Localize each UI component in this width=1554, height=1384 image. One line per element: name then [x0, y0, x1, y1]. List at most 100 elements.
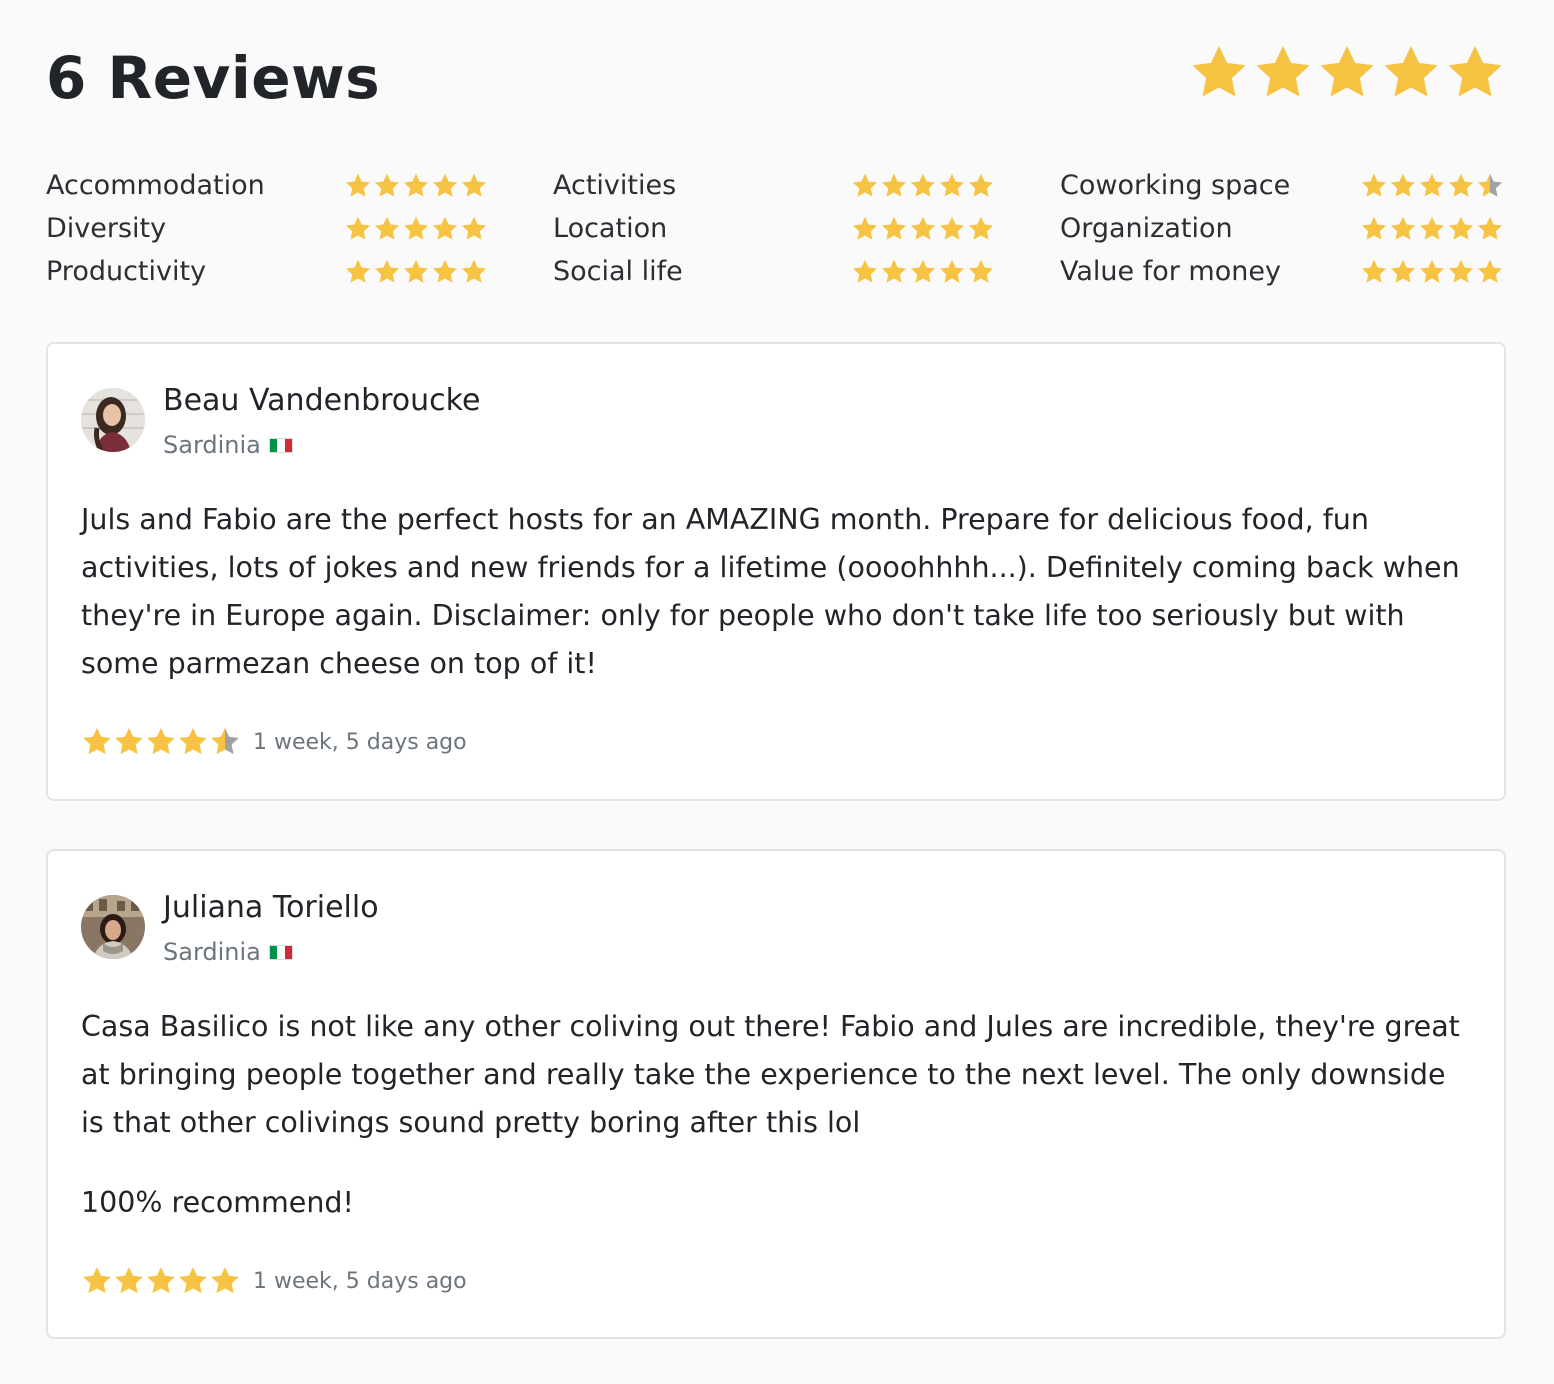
- reviews-header: 6 Reviews: [46, 40, 1506, 120]
- star-filled-icon: [1380, 42, 1442, 104]
- category-ratings: Accommodation Diversity Productivity Act…: [46, 164, 1506, 293]
- star-filled-icon: [909, 172, 937, 200]
- review-date: 1 week, 5 days ago: [253, 729, 467, 755]
- category-row: Activities: [553, 164, 997, 207]
- category-row: Productivity: [46, 250, 490, 293]
- category-rating-stars: [344, 172, 488, 200]
- location-text: Sardinia: [163, 431, 261, 459]
- star-filled-icon: [113, 1265, 145, 1297]
- star-filled-icon: [145, 726, 177, 758]
- star-half-icon: [1476, 172, 1504, 200]
- star-filled-icon: [851, 258, 879, 286]
- star-filled-icon: [145, 1265, 177, 1297]
- star-filled-icon: [1389, 258, 1417, 286]
- star-filled-icon: [402, 215, 430, 243]
- category-rating-stars: [344, 258, 488, 286]
- page-title: 6 Reviews: [46, 44, 381, 112]
- category-rating-stars: [851, 172, 995, 200]
- star-filled-icon: [967, 258, 995, 286]
- star-filled-icon: [177, 726, 209, 758]
- category-label: Location: [553, 213, 668, 244]
- review-footer: 1 week, 5 days ago: [81, 1265, 467, 1297]
- category-rating-stars: [1360, 215, 1504, 243]
- star-filled-icon: [909, 215, 937, 243]
- star-filled-icon: [344, 215, 372, 243]
- star-filled-icon: [81, 726, 113, 758]
- star-filled-icon: [880, 172, 908, 200]
- review-rating-stars: [81, 1265, 241, 1297]
- star-filled-icon: [880, 215, 908, 243]
- category-row: Social life: [553, 250, 997, 293]
- star-filled-icon: [113, 726, 145, 758]
- category-label: Accommodation: [46, 170, 265, 201]
- star-filled-icon: [967, 172, 995, 200]
- star-filled-icon: [1476, 258, 1504, 286]
- star-filled-icon: [1447, 172, 1475, 200]
- category-column-2: Activities Location Social life: [553, 164, 997, 293]
- avatar[interactable]: [81, 388, 145, 452]
- star-filled-icon: [402, 172, 430, 200]
- author-location: Sardinia: [163, 430, 293, 460]
- review-card: Beau Vandenbroucke Sardinia Juls and Fab…: [46, 342, 1506, 801]
- category-row: Coworking space: [1060, 164, 1506, 207]
- star-filled-icon: [1444, 42, 1506, 104]
- category-rating-stars: [851, 215, 995, 243]
- star-filled-icon: [1389, 172, 1417, 200]
- review-card: Juliana Toriello Sardinia Casa Basilico …: [46, 849, 1506, 1339]
- category-label: Productivity: [46, 256, 207, 287]
- review-paragraph: Casa Basilico is not like any other coli…: [81, 1010, 1460, 1139]
- star-filled-icon: [1252, 42, 1314, 104]
- category-column-3: Coworking space Organization Value for m…: [1060, 164, 1506, 293]
- review-footer: 1 week, 5 days ago: [81, 726, 467, 758]
- review-body: Juls and Fabio are the perfect hosts for…: [81, 496, 1474, 688]
- review-paragraph: 100% recommend!: [81, 1186, 354, 1219]
- star-filled-icon: [1418, 215, 1446, 243]
- category-label: Organization: [1060, 213, 1233, 244]
- star-filled-icon: [460, 215, 488, 243]
- category-rating-stars: [344, 215, 488, 243]
- review-body: Casa Basilico is not like any other coli…: [81, 1003, 1474, 1227]
- star-filled-icon: [431, 172, 459, 200]
- star-filled-icon: [938, 215, 966, 243]
- star-filled-icon: [1360, 215, 1388, 243]
- star-filled-icon: [460, 172, 488, 200]
- star-filled-icon: [431, 258, 459, 286]
- category-row: Diversity: [46, 207, 490, 250]
- review-date: 1 week, 5 days ago: [253, 1268, 467, 1294]
- author-name[interactable]: Beau Vandenbroucke: [163, 382, 480, 420]
- overall-rating: [1188, 42, 1506, 104]
- category-row: Accommodation: [46, 164, 490, 207]
- star-filled-icon: [1447, 258, 1475, 286]
- star-filled-icon: [373, 258, 401, 286]
- star-filled-icon: [851, 172, 879, 200]
- star-filled-icon: [344, 258, 372, 286]
- star-filled-icon: [1418, 258, 1446, 286]
- star-filled-icon: [373, 172, 401, 200]
- star-filled-icon: [880, 258, 908, 286]
- star-filled-icon: [373, 215, 401, 243]
- star-filled-icon: [344, 172, 372, 200]
- avatar[interactable]: [81, 895, 145, 959]
- star-filled-icon: [1188, 42, 1250, 104]
- category-label: Value for money: [1060, 256, 1281, 287]
- category-label: Coworking space: [1060, 170, 1291, 201]
- category-row: Location: [553, 207, 997, 250]
- category-label: Diversity: [46, 213, 167, 244]
- star-filled-icon: [938, 172, 966, 200]
- star-filled-icon: [1389, 215, 1417, 243]
- star-filled-icon: [1360, 258, 1388, 286]
- author-location: Sardinia: [163, 937, 293, 967]
- italy-flag-icon: [268, 437, 293, 453]
- italy-flag-icon: [268, 944, 293, 960]
- location-text: Sardinia: [163, 938, 261, 966]
- star-filled-icon: [967, 215, 995, 243]
- category-label: Social life: [553, 256, 683, 287]
- star-filled-icon: [938, 258, 966, 286]
- author-name[interactable]: Juliana Toriello: [163, 889, 379, 927]
- star-filled-icon: [909, 258, 937, 286]
- category-rating-stars: [851, 258, 995, 286]
- star-filled-icon: [177, 1265, 209, 1297]
- category-rating-stars: [1360, 258, 1504, 286]
- category-row: Organization: [1060, 207, 1506, 250]
- star-filled-icon: [1316, 42, 1378, 104]
